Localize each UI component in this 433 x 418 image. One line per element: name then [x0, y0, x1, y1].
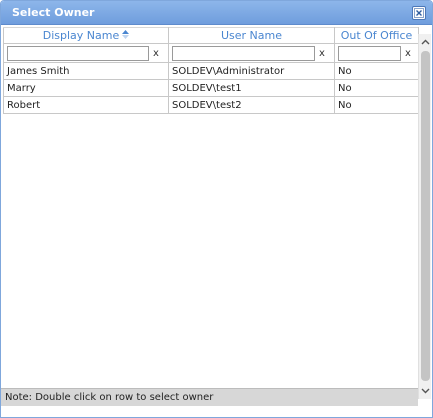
- vertical-scrollbar[interactable]: [418, 34, 431, 399]
- close-x-icon: [414, 8, 424, 18]
- owner-table: Display Name User Name Out Of Office x x…: [3, 27, 419, 114]
- out-of-office-cell: No: [334, 62, 419, 80]
- display-name-cell: Marry: [3, 79, 169, 97]
- user-name-filter-input[interactable]: [172, 45, 315, 61]
- user-name-cell: SOLDEV\test2: [168, 96, 335, 114]
- chevron-up-icon: [421, 39, 430, 45]
- close-button[interactable]: [412, 6, 426, 20]
- column-header-display-name[interactable]: Display Name: [3, 27, 169, 44]
- scroll-up-button[interactable]: [419, 36, 432, 48]
- user-name-cell: SOLDEV\test1: [168, 79, 335, 97]
- column-header-out-of-office[interactable]: Out Of Office: [334, 27, 419, 44]
- status-note: Note: Double click on row to select owne…: [5, 392, 214, 403]
- out-of-office-cell: No: [334, 79, 419, 97]
- out-of-office-cell: No: [334, 96, 419, 114]
- dialog-titlebar: Select Owner: [1, 1, 432, 25]
- display-name-filter-input[interactable]: [7, 45, 149, 61]
- display-name-cell: Robert: [3, 96, 169, 114]
- column-header-label: Out Of Office: [340, 29, 413, 42]
- table-row[interactable]: Marry SOLDEV\test1 No: [3, 79, 419, 97]
- out-of-office-filter-input[interactable]: [338, 45, 401, 61]
- dialog-title: Select Owner: [12, 6, 95, 19]
- header-row: Display Name User Name Out Of Office: [3, 27, 419, 44]
- clear-user-name-filter-button[interactable]: x: [319, 48, 325, 59]
- filter-row: x x x: [3, 43, 419, 63]
- column-header-label: Display Name: [42, 28, 120, 42]
- filter-cell-out-of-office: x: [334, 43, 419, 63]
- table-row[interactable]: Robert SOLDEV\test2 No: [3, 96, 419, 114]
- owner-grid: Display Name User Name Out Of Office x x…: [3, 27, 419, 387]
- scroll-down-button[interactable]: [419, 385, 432, 397]
- status-bar: Note: Double click on row to select owne…: [1, 388, 418, 406]
- select-owner-dialog: Select Owner Display Name User Name Out …: [0, 0, 433, 418]
- column-header-user-name[interactable]: User Name: [168, 27, 335, 44]
- clear-out-of-office-filter-button[interactable]: x: [405, 48, 411, 59]
- scrollbar-thumb[interactable]: [421, 51, 430, 381]
- sort-ascending-icon: [122, 29, 130, 42]
- column-header-label: User Name: [220, 29, 283, 42]
- display-name-cell: James Smith: [3, 62, 169, 80]
- table-row[interactable]: James Smith SOLDEV\Administrator No: [3, 62, 419, 80]
- filter-cell-display-name: x: [3, 43, 169, 63]
- chevron-down-icon: [421, 388, 430, 394]
- user-name-cell: SOLDEV\Administrator: [168, 62, 335, 80]
- filter-cell-user-name: x: [168, 43, 335, 63]
- clear-display-name-filter-button[interactable]: x: [153, 48, 159, 59]
